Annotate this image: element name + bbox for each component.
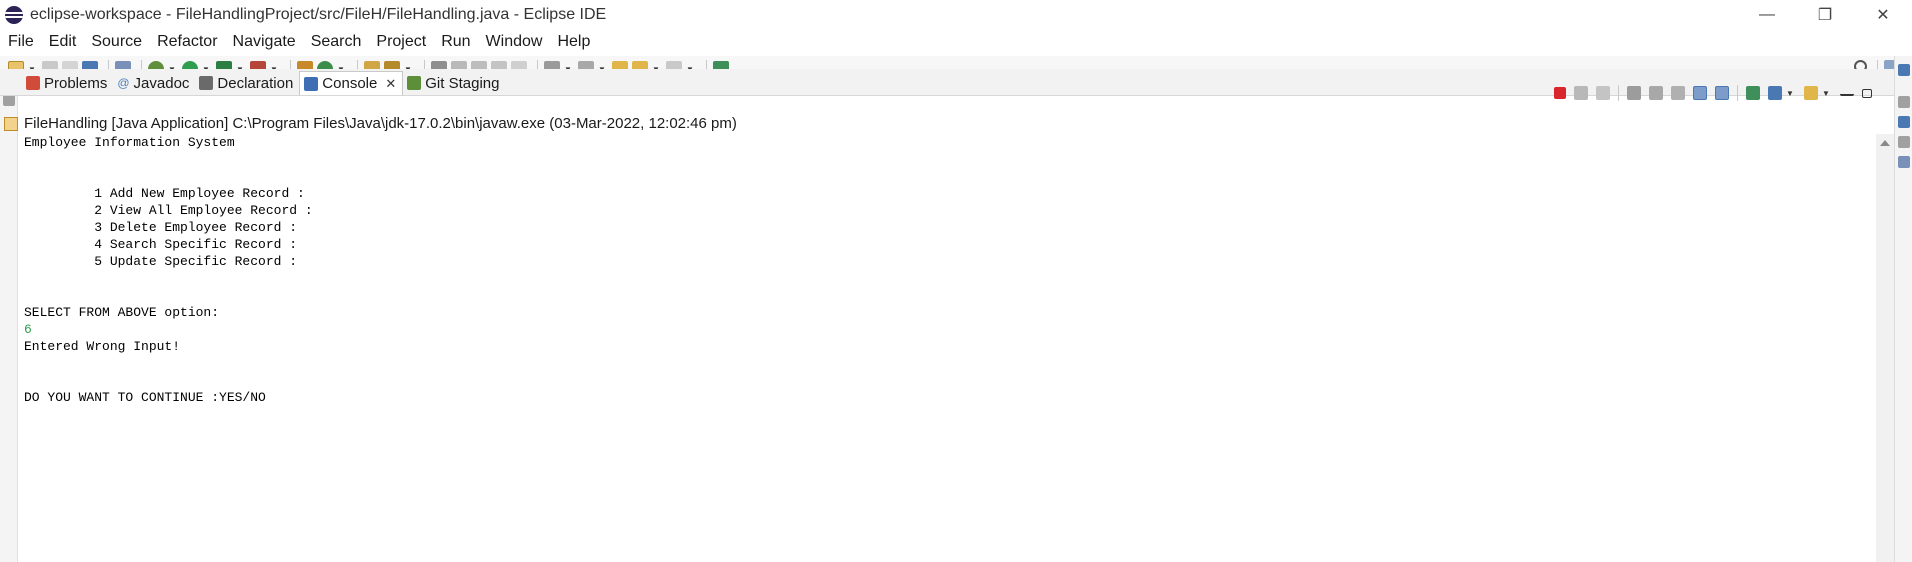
open-console-dropdown-icon[interactable]	[1804, 86, 1818, 100]
tab-javadoc[interactable]: @ Javadoc	[113, 71, 195, 95]
scroll-up-icon[interactable]	[1880, 140, 1890, 146]
title-bar: eclipse-workspace - FileHandlingProject/…	[0, 0, 1912, 30]
tab-label: Git Staging	[425, 74, 500, 92]
menu-bar: File Edit Source Refactor Navigate Searc…	[0, 30, 1912, 54]
launch-info-text: FileHandling [Java Application] C:\Progr…	[24, 115, 737, 132]
minimize-view-icon[interactable]	[1840, 90, 1854, 96]
console-output-line: 5 Update Specific Record :	[24, 254, 298, 269]
display-selected-console-icon[interactable]	[1768, 86, 1782, 100]
minimize-icon[interactable]: —	[1738, 0, 1796, 30]
remove-all-terminated-icon[interactable]	[1596, 86, 1610, 100]
menu-source[interactable]: Source	[91, 33, 142, 51]
launch-description: FileHandling [Java Application] C:\Progr…	[0, 114, 1880, 133]
git-staging-icon	[407, 76, 422, 90]
pin-console-icon[interactable]	[1746, 86, 1760, 100]
remove-launch-icon[interactable]	[1574, 86, 1588, 100]
right-trim-bar	[1894, 56, 1912, 562]
menu-project[interactable]: Project	[376, 33, 426, 51]
close-icon[interactable]: ✕	[1854, 0, 1912, 30]
menu-window[interactable]: Window	[486, 33, 543, 51]
console-output-line: Entered Wrong Input!	[24, 339, 181, 354]
restore-icon[interactable]: ❐	[1796, 0, 1854, 30]
console-toolbar: ▼ ▼	[1550, 85, 1876, 101]
left-trim-bar	[0, 88, 18, 562]
menu-search[interactable]: Search	[311, 33, 362, 51]
console-output-line: 1 Add New Employee Record :	[24, 186, 305, 201]
console-icon	[304, 76, 319, 91]
tab-declaration[interactable]: Declaration	[195, 71, 299, 95]
outline-icon[interactable]	[1898, 116, 1910, 128]
word-wrap-icon[interactable]	[1671, 86, 1685, 100]
tab-git-staging[interactable]: Git Staging	[403, 71, 505, 95]
terminate-icon[interactable]	[1554, 87, 1566, 99]
window-controls: — ❐ ✕	[1738, 0, 1912, 30]
tab-console[interactable]: Console ✕	[299, 71, 404, 95]
tab-label: Problems	[44, 74, 108, 92]
declaration-icon	[199, 76, 214, 90]
menu-run[interactable]: Run	[441, 33, 470, 51]
restore-view-icon[interactable]	[1898, 136, 1910, 148]
console-output-line: Employee Information System	[24, 135, 235, 150]
tab-label: Javadoc	[133, 74, 190, 92]
scroll-lock-icon[interactable]	[1649, 86, 1663, 100]
restore-view-icon[interactable]	[1898, 96, 1910, 108]
console-output[interactable]: Employee Information System 1 Add New Em…	[24, 134, 1876, 562]
close-tab-icon[interactable]: ✕	[385, 76, 396, 92]
console-output-line: 3 Delete Employee Record :	[24, 220, 298, 235]
menu-help[interactable]: Help	[557, 33, 590, 51]
toolbar-separator	[1737, 85, 1738, 101]
show-console-on-stderr-icon[interactable]	[1715, 86, 1729, 100]
console-output-line: SELECT FROM ABOVE option:	[24, 305, 220, 320]
menu-edit[interactable]: Edit	[49, 33, 77, 51]
console-output-line: 2 View All Employee Record :	[24, 203, 313, 218]
java-application-icon	[4, 116, 18, 131]
problems-icon	[26, 76, 40, 90]
task-list-icon[interactable]	[1898, 156, 1910, 168]
menu-navigate[interactable]: Navigate	[233, 33, 296, 51]
menu-refactor[interactable]: Refactor	[157, 33, 217, 51]
display-console-dropdown-icon[interactable]: ▼	[1786, 89, 1794, 98]
toolbar-separator	[1618, 85, 1619, 101]
console-scrollbar[interactable]	[1876, 134, 1894, 562]
tab-label: Declaration	[217, 74, 294, 92]
maximize-view-icon[interactable]	[1862, 88, 1872, 98]
menu-file[interactable]: File	[8, 33, 34, 51]
javadoc-icon: @	[117, 76, 130, 90]
open-console-dropdown-arrow-icon[interactable]: ▼	[1822, 89, 1830, 98]
eclipse-logo-icon	[5, 6, 23, 24]
console-input-line: 6	[24, 322, 32, 337]
tab-label: Console	[322, 75, 378, 92]
java-perspective-icon[interactable]	[1898, 64, 1910, 76]
tab-problems[interactable]: Problems	[22, 71, 113, 95]
clear-console-icon[interactable]	[1627, 86, 1641, 100]
show-console-on-stdout-icon[interactable]	[1693, 86, 1707, 100]
console-output-line: 4 Search Specific Record :	[24, 237, 298, 252]
console-output-line: DO YOU WANT TO CONTINUE :YES/NO	[24, 390, 266, 405]
window-title: eclipse-workspace - FileHandlingProject/…	[30, 6, 607, 23]
